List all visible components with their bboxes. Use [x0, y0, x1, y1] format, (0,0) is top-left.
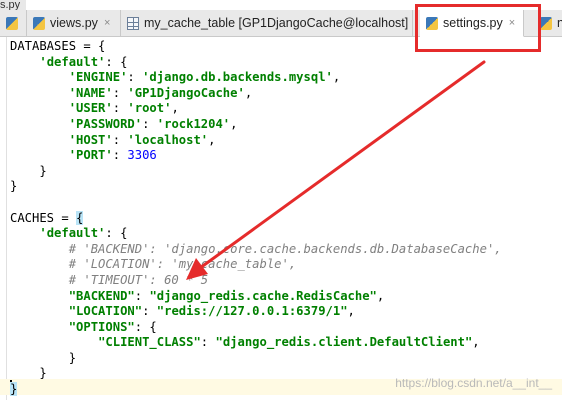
- code-line: 'default': {: [39, 226, 128, 241]
- code-line: # 'BACKEND': 'django.core.cache.backends…: [68, 241, 502, 256]
- code-line: 'NAME': 'GP1DjangoCache',: [68, 85, 253, 100]
- tab-views-py[interactable]: views.py ×: [27, 10, 121, 36]
- code-line: # 'TIMEOUT': 60 * 5: [68, 272, 209, 287]
- code-line: 'ENGINE': 'django.db.backends.mysql',: [68, 70, 341, 85]
- tab-label: views.py: [50, 16, 98, 30]
- annotation-highlight-box: [415, 4, 541, 52]
- python-file-icon: [540, 16, 552, 30]
- code-line: 'default': {: [39, 54, 128, 69]
- code-line: 'PASSWORD': 'rock1204',: [68, 116, 238, 131]
- close-icon[interactable]: ×: [104, 17, 110, 29]
- code-line: # 'LOCATION': 'my_cache_table',: [68, 257, 297, 272]
- gutter-divider: [6, 37, 7, 400]
- python-file-icon: [33, 16, 45, 30]
- code-line: }: [10, 350, 77, 365]
- code-line: }: [10, 163, 47, 178]
- breadcrumb: s.py: [0, 0, 26, 10]
- code-line: }: [10, 179, 18, 194]
- code-line: CACHES = {: [10, 210, 84, 225]
- code-line: 'PORT': 3306: [68, 148, 157, 163]
- python-file-icon: [6, 16, 18, 30]
- code-editor[interactable]: DATABASES = { 'default': { 'ENGINE': 'dj…: [0, 37, 562, 400]
- tab-my-cache-table[interactable]: my_cache_table [GP1DjangoCache@localhost…: [121, 10, 413, 36]
- code-line: 'USER': 'root',: [68, 101, 179, 116]
- tab-label: my_cache_table [GP1DjangoCache@localhost…: [144, 16, 409, 30]
- tab-label: ne: [557, 16, 562, 30]
- tab-partial-left[interactable]: ×: [0, 10, 27, 36]
- code-line: "BACKEND": "django_redis.cache.RedisCach…: [68, 288, 385, 303]
- database-table-icon: [127, 16, 139, 30]
- watermark: https://blog.csdn.net/a__int__: [395, 376, 552, 390]
- code-text[interactable]: DATABASES = { 'default': { 'ENGINE': 'dj…: [10, 39, 502, 398]
- code-line: 'HOST': 'localhost',: [68, 132, 216, 147]
- code-line: "LOCATION": "redis://127.0.0.1:6379/1",: [68, 304, 355, 319]
- code-line: "OPTIONS": {: [68, 319, 157, 334]
- code-line: "CLIENT_CLASS": "django_redis.client.Def…: [98, 335, 480, 350]
